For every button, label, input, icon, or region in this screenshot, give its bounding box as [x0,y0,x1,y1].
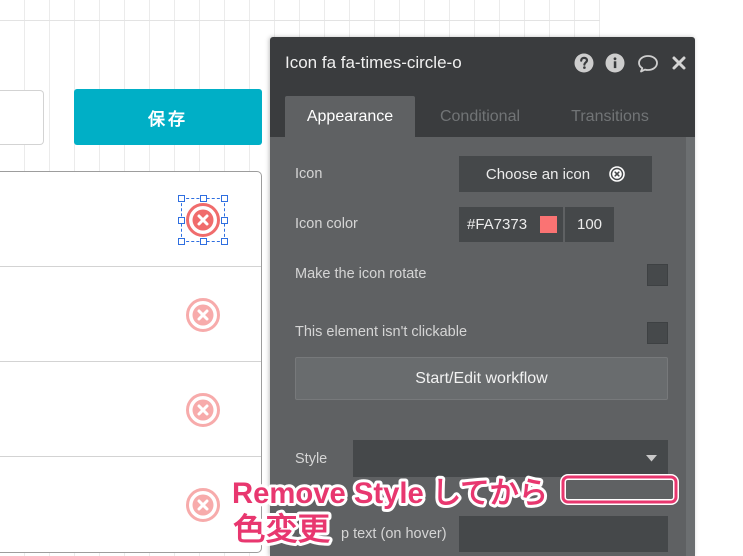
icon-color-field[interactable]: #FA7373 [459,207,563,242]
icon-glyph [613,61,617,69]
text-input[interactable] [0,90,44,145]
icon-glyph [638,55,658,73]
chevron-down-icon [646,455,657,462]
choose-icon-button-label: Choose an icon [485,165,591,183]
not-clickable-label: This element isn't clickable [295,324,468,340]
tooltip-label: p text (on hover) [341,526,447,542]
tooltip-input[interactable] [459,516,668,552]
rotate-checkbox[interactable] [647,264,668,286]
close-icon[interactable] [671,55,687,71]
icon-glyph [672,56,686,70]
times-circle-icon[interactable] [185,487,221,523]
not-clickable-checkbox[interactable] [647,322,668,344]
icon-dot [583,66,586,69]
list-card [0,171,262,553]
selection-handle[interactable] [178,216,185,224]
times-circle-icon[interactable] [185,392,221,428]
rotate-label: Make the icon rotate [295,266,427,282]
icon-opacity-value: 100 [576,216,603,233]
icon-dot [613,57,617,61]
selection-handle[interactable] [221,195,228,202]
grid-line [0,20,600,21]
times-circle-icon [609,166,625,182]
panel-header[interactable]: Icon fa fa-times-circle-o [270,37,695,87]
workflow-button[interactable]: Start/Edit workflow [295,357,668,400]
selection-box[interactable] [178,195,228,245]
selection-handle[interactable] [199,195,207,202]
choose-icon-button[interactable]: Choose an icon [459,156,652,192]
selection-handle[interactable] [178,195,185,202]
icon-color-value: #FA7373 [467,216,528,233]
selection-handle[interactable] [221,216,228,224]
save-button[interactable]: 保存 [74,89,262,145]
panel-title: Icon fa fa-times-circle-o [285,53,462,72]
info-circle-icon[interactable] [605,53,625,73]
icon-glyph [646,455,657,462]
icon-color-label: Icon color [295,216,358,232]
comment-icon[interactable] [638,53,658,73]
table-row[interactable] [0,457,261,552]
table-row[interactable] [0,362,261,457]
selection-handle[interactable] [199,238,207,245]
question-circle-icon[interactable] [574,53,594,73]
style-dropdown[interactable] [353,440,668,477]
icon-label: Icon [295,166,323,182]
tab-transitions[interactable]: Transitions [545,96,675,137]
selection-handle[interactable] [178,238,185,245]
tab-conditional[interactable]: Conditional [415,96,545,137]
properties-panel: Icon fa fa-times-circle-o Appearance Con… [270,37,695,556]
icon-opacity-field[interactable]: 100 [565,207,614,242]
scrollbar-track[interactable] [686,137,695,556]
style-label: Style [295,451,328,467]
panel-body: Icon Choose an icon Icon color #FA7373 1… [270,137,695,556]
icon-color-swatch[interactable] [540,216,557,233]
times-circle-icon[interactable] [185,297,221,333]
table-row[interactable] [0,172,261,267]
selection-handle[interactable] [221,238,228,245]
table-row[interactable] [0,267,261,362]
tab-appearance[interactable]: Appearance [285,96,415,137]
